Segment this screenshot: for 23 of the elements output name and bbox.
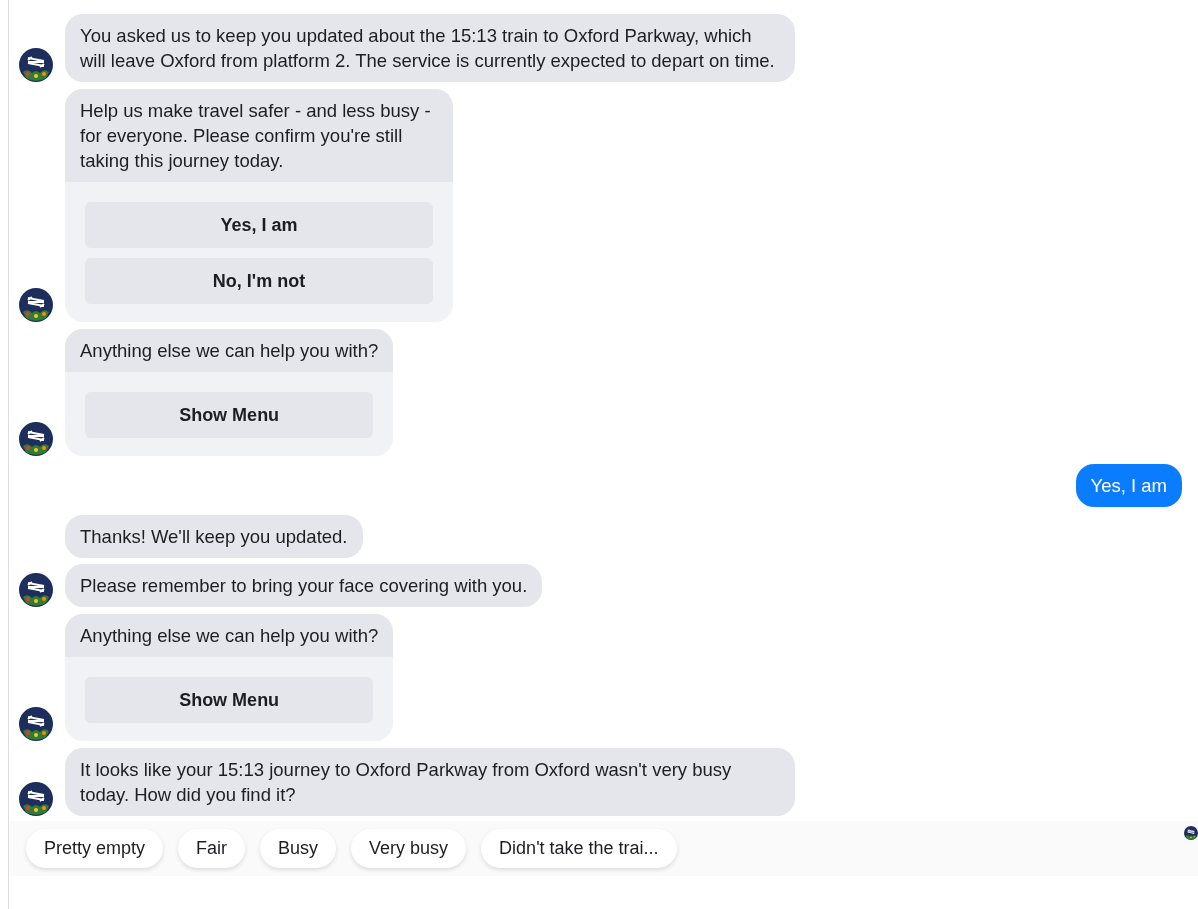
message-bubble: Thanks! We'll keep you updated.: [65, 515, 363, 558]
quick-reply-button[interactable]: Busy: [260, 829, 337, 868]
quick-reply-button[interactable]: Pretty empty: [26, 829, 164, 868]
bot-avatar-icon: [19, 288, 53, 322]
message-bubble: You asked us to keep you updated about the 15:13 train to Oxford Parkway, which will leave Oxford from platform 2. The service is currently expected to depart on time.: [65, 14, 795, 82]
message-bubble: Please remember to bring your face covering with you.: [65, 564, 543, 607]
bot-avatar-icon: [19, 707, 53, 741]
reply-button[interactable]: Show Menu: [85, 392, 374, 438]
reply-button[interactable]: Show Menu: [85, 677, 374, 723]
bot-avatar-icon: [19, 573, 53, 607]
message-bubble: Yes, I am: [1075, 464, 1182, 507]
bot-avatar-icon: [19, 48, 53, 82]
message-bubble: It looks like your 15:13 journey to Oxford Parkway from Oxford wasn't very busy today. How did you find it?: [65, 748, 795, 816]
message-text: Help us make travel safer - and less busy - for everyone. Please confirm you're still taking this journey today.: [65, 89, 453, 182]
reply-button[interactable]: Yes, I am: [85, 202, 433, 248]
quick-reply-button[interactable]: Fair: [178, 829, 246, 868]
quick-reply-button[interactable]: Very busy: [351, 829, 467, 868]
bot-avatar-icon: [19, 782, 53, 816]
message-text: Anything else we can help you with?: [65, 614, 394, 657]
quick-reply-button[interactable]: Didn't take the trai...: [481, 829, 677, 868]
message-text: Anything else we can help you with?: [65, 329, 394, 372]
bot-avatar-icon: [19, 422, 53, 456]
reply-button[interactable]: No, I'm not: [85, 258, 433, 304]
